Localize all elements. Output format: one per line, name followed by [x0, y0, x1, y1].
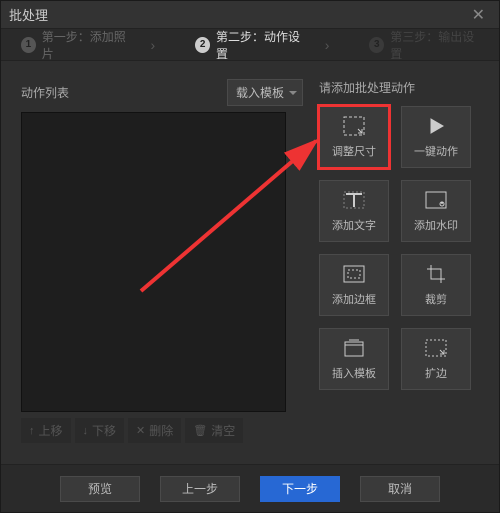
step-2[interactable]: 2 第二步：动作设置 [195, 28, 305, 62]
action-label: 一键动作 [414, 143, 458, 159]
action-list-label: 动作列表 [21, 84, 227, 101]
right-column: 请添加批处理动作 调整尺寸 一键动作 [319, 79, 479, 443]
step-num-1: 1 [21, 37, 36, 53]
cancel-button[interactable]: 取消 [360, 476, 440, 502]
window-title: 批处理 [9, 5, 466, 24]
crop-icon [426, 263, 446, 285]
chevron-right-icon: › [325, 37, 330, 53]
delete-button[interactable]: ✕ 删除 [128, 418, 181, 443]
text-action-button[interactable]: 添加文字 [319, 180, 389, 242]
content-area: 动作列表 载入模板 ↑ 上移 ↓ 下移 ✕ 删除 [1, 61, 499, 461]
chevron-right-icon: › [151, 37, 156, 53]
arrow-down-icon: ↓ [83, 425, 89, 437]
template-action-button[interactable]: 插入模板 [319, 328, 389, 390]
expand-action-button[interactable]: 扩边 [401, 328, 471, 390]
watermark-icon [425, 189, 447, 211]
action-grid: 调整尺寸 一键动作 添加文字 [319, 106, 479, 390]
action-label: 添加边框 [332, 291, 376, 307]
btn-label: 下移 [92, 422, 116, 439]
step-label-1: 第一步：添加照片 [42, 28, 131, 62]
resize-icon [343, 115, 365, 137]
step-num-3: 3 [369, 37, 384, 53]
x-icon: ✕ [136, 424, 145, 437]
prev-button[interactable]: 上一步 [160, 476, 240, 502]
clear-button[interactable]: 🗑 清空 [185, 418, 243, 443]
next-button[interactable]: 下一步 [260, 476, 340, 502]
left-column: 动作列表 载入模板 ↑ 上移 ↓ 下移 ✕ 删除 [21, 79, 303, 443]
move-up-button[interactable]: ↑ 上移 [21, 418, 71, 443]
move-down-button[interactable]: ↓ 下移 [75, 418, 125, 443]
template-icon [344, 337, 364, 359]
batch-window: 批处理 ✕ 1 第一步：添加照片 › 2 第二步：动作设置 › 3 第三步：输出… [0, 0, 500, 513]
footer: 预览 上一步 下一步 取消 [1, 464, 499, 512]
action-label: 插入模板 [332, 365, 376, 381]
expand-icon [425, 337, 447, 359]
right-prompt: 请添加批处理动作 [319, 79, 479, 96]
watermark-action-button[interactable]: 添加水印 [401, 180, 471, 242]
btn-label: 清空 [211, 422, 235, 439]
action-label: 添加水印 [414, 217, 458, 233]
step-label-2: 第二步：动作设置 [216, 28, 305, 62]
step-3: 3 第三步：输出设置 [369, 28, 479, 62]
dropdown-label: 载入模板 [236, 86, 284, 100]
play-icon [426, 115, 446, 137]
action-list-box[interactable] [21, 112, 286, 412]
border-action-button[interactable]: 添加边框 [319, 254, 389, 316]
border-icon [343, 263, 365, 285]
list-toolbar: ↑ 上移 ↓ 下移 ✕ 删除 🗑 清空 [21, 418, 303, 443]
arrow-up-icon: ↑ [29, 425, 35, 437]
action-label: 添加文字 [332, 217, 376, 233]
titlebar: 批处理 ✕ [1, 1, 499, 29]
crop-action-button[interactable]: 裁剪 [401, 254, 471, 316]
action-label: 扩边 [425, 365, 447, 381]
preview-button[interactable]: 预览 [60, 476, 140, 502]
btn-label: 上移 [39, 422, 63, 439]
action-label: 裁剪 [425, 291, 447, 307]
resize-action-button[interactable]: 调整尺寸 [317, 104, 391, 170]
step-num-2: 2 [195, 37, 210, 53]
trash-icon: 🗑 [193, 424, 207, 437]
step-label-3: 第三步：输出设置 [390, 28, 479, 62]
step-1[interactable]: 1 第一步：添加照片 [21, 28, 131, 62]
oneclick-action-button[interactable]: 一键动作 [401, 106, 471, 168]
text-icon [343, 189, 365, 211]
close-icon[interactable]: ✕ [466, 5, 491, 25]
btn-label: 删除 [149, 422, 173, 439]
step-nav: 1 第一步：添加照片 › 2 第二步：动作设置 › 3 第三步：输出设置 [1, 29, 499, 61]
action-label: 调整尺寸 [332, 143, 376, 159]
load-template-dropdown[interactable]: 载入模板 [227, 79, 303, 106]
